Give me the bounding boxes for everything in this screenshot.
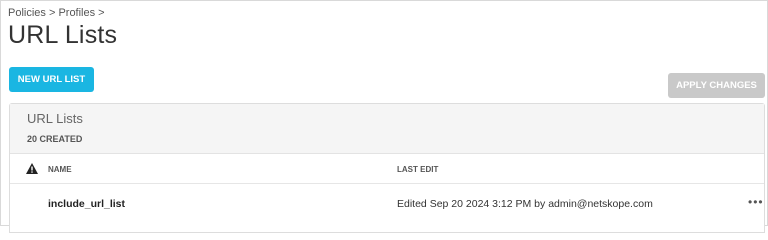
url-list-name[interactable]: include_url_list xyxy=(48,198,125,210)
column-header-name[interactable]: NAME xyxy=(48,165,72,174)
warning-icon xyxy=(26,163,38,174)
breadcrumb[interactable]: Policies > Profiles > xyxy=(8,7,105,19)
column-header-last-edit[interactable]: LAST EDIT xyxy=(397,165,438,174)
panel-header: URL Lists 20 CREATED xyxy=(10,104,764,154)
created-count: 20 CREATED xyxy=(27,134,83,144)
panel-title: URL Lists xyxy=(27,111,83,126)
new-url-list-button[interactable]: NEW URL LIST xyxy=(9,67,94,92)
url-list-last-edit: Edited Sep 20 2024 3:12 PM by admin@nets… xyxy=(397,198,653,210)
page-title: URL Lists xyxy=(8,21,118,49)
more-horizontal-icon[interactable]: ••• xyxy=(748,195,764,209)
apply-changes-button[interactable]: APPLY CHANGES xyxy=(668,73,765,98)
table-row[interactable]: include_url_list Edited Sep 20 2024 3:12… xyxy=(10,184,764,224)
url-lists-panel: URL Lists 20 CREATED NAME LAST EDIT incl… xyxy=(9,103,765,233)
table-header: NAME LAST EDIT xyxy=(10,154,764,184)
